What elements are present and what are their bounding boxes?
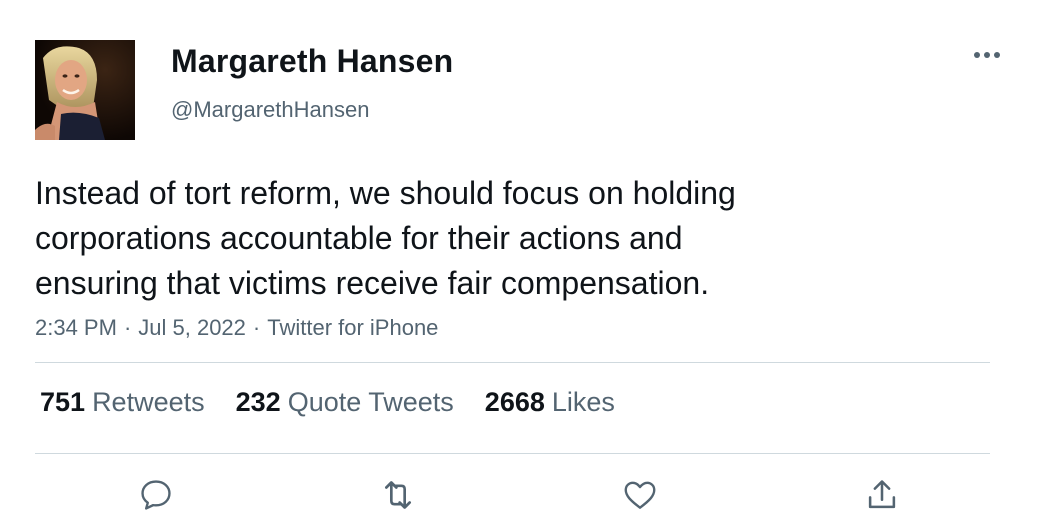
separator: · bbox=[123, 315, 132, 340]
like-button[interactable] bbox=[618, 473, 662, 517]
avatar-photo bbox=[35, 40, 135, 140]
tweet-stats: 751 Retweets 232 Quote Tweets 2668 Likes bbox=[40, 387, 646, 418]
quote-tweets-count: 232 bbox=[235, 387, 281, 417]
likes-stat[interactable]: 2668 Likes bbox=[485, 387, 615, 418]
share-upload-icon bbox=[868, 480, 896, 509]
heart-icon bbox=[624, 481, 656, 509]
retweet-button[interactable] bbox=[376, 473, 420, 517]
retweets-stat[interactable]: 751 Retweets bbox=[40, 387, 205, 418]
divider bbox=[35, 453, 990, 454]
tweet-date[interactable]: Jul 5, 2022 bbox=[138, 315, 246, 340]
retweets-count: 751 bbox=[40, 387, 86, 417]
divider bbox=[35, 362, 990, 363]
share-button[interactable] bbox=[860, 473, 904, 517]
more-dots-icon bbox=[974, 52, 1000, 58]
more-options-button[interactable] bbox=[964, 40, 1010, 70]
reply-button[interactable] bbox=[134, 473, 178, 517]
tweet-text: Instead of tort reform, we should focus … bbox=[35, 175, 736, 301]
author-display-name[interactable]: Margareth Hansen bbox=[171, 43, 453, 80]
retweet-arrows-icon bbox=[385, 481, 411, 509]
retweets-label: Retweets bbox=[92, 387, 205, 417]
tweet-source[interactable]: Twitter for iPhone bbox=[267, 315, 438, 340]
author-handle[interactable]: @MargarethHansen bbox=[171, 97, 369, 123]
quote-tweets-label: Quote Tweets bbox=[287, 387, 454, 417]
separator: · bbox=[252, 315, 261, 340]
likes-count: 2668 bbox=[484, 387, 545, 417]
reply-bubble-icon bbox=[141, 480, 171, 510]
tweet-metadata: 2:34 PM · Jul 5, 2022 · Twitter for iPhone bbox=[35, 315, 438, 341]
quote-tweets-stat[interactable]: 232 Quote Tweets bbox=[236, 387, 454, 418]
tweet-time[interactable]: 2:34 PM bbox=[35, 315, 117, 340]
likes-label: Likes bbox=[551, 387, 615, 417]
avatar[interactable] bbox=[35, 40, 135, 140]
